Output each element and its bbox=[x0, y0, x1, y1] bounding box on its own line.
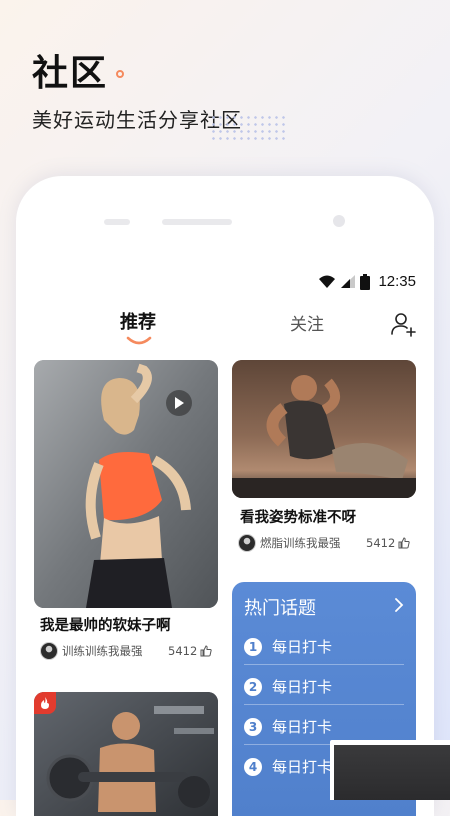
athlete-photo bbox=[232, 360, 416, 498]
topic-item[interactable]: 1 每日打卡 bbox=[244, 636, 404, 657]
speaker-slot bbox=[104, 219, 130, 225]
tab-bar: 推荐 关注 bbox=[16, 306, 434, 346]
athlete-photo bbox=[34, 692, 218, 816]
topic-label: 每日打卡 bbox=[272, 678, 333, 696]
topic-label: 每日打卡 bbox=[272, 758, 333, 776]
featured-badge bbox=[34, 692, 56, 714]
signal-icon bbox=[341, 275, 356, 288]
topic-rank-badge: 4 bbox=[244, 757, 262, 776]
tab-recommend[interactable]: 推荐 bbox=[120, 308, 156, 334]
divider bbox=[244, 664, 404, 665]
active-tab-indicator bbox=[126, 336, 152, 345]
flame-icon bbox=[41, 697, 49, 709]
post-title[interactable]: 我是最帅的软妹子啊 bbox=[40, 614, 171, 635]
play-button[interactable] bbox=[166, 390, 192, 416]
author-name: 训练训练我最强 bbox=[62, 644, 143, 658]
like-count[interactable]: 5412 bbox=[168, 644, 212, 658]
post-author[interactable]: 训练训练我最强 bbox=[40, 642, 143, 660]
title-dot-decoration bbox=[116, 70, 124, 78]
clock-time: 12:35 bbox=[378, 273, 416, 290]
like-number: 5412 bbox=[168, 644, 198, 658]
status-bar: 12:35 bbox=[318, 273, 416, 290]
tab-follow[interactable]: 关注 bbox=[290, 310, 324, 335]
topic-rank-badge: 1 bbox=[244, 637, 262, 656]
phone-mockup: 12:35 推荐 关注 我是最帅的软妹子啊 训练训练我最强 5412 看我姿势标… bbox=[16, 176, 434, 816]
topic-item[interactable]: 3 每日打卡 bbox=[244, 716, 404, 737]
topic-rank-badge: 3 bbox=[244, 717, 262, 736]
post-image[interactable] bbox=[34, 692, 218, 816]
thumbs-up-icon bbox=[200, 645, 212, 657]
topic-item[interactable]: 2 每日打卡 bbox=[244, 676, 404, 697]
divider bbox=[244, 704, 404, 705]
chevron-right-icon[interactable] bbox=[394, 598, 404, 612]
like-count[interactable]: 5412 bbox=[366, 536, 410, 550]
earpiece-slot bbox=[162, 219, 232, 225]
play-icon bbox=[175, 397, 184, 409]
thumbs-up-icon bbox=[398, 537, 410, 549]
topic-label: 每日打卡 bbox=[272, 718, 333, 736]
topic-label: 每日打卡 bbox=[272, 638, 333, 656]
add-user-icon[interactable] bbox=[390, 311, 416, 337]
hot-topics-title: 热门话题 bbox=[244, 598, 316, 619]
topic-rank-badge: 2 bbox=[244, 677, 262, 696]
page-title: 社区 bbox=[32, 53, 109, 94]
wifi-icon bbox=[319, 275, 336, 288]
author-name: 燃脂训练我最强 bbox=[260, 536, 341, 550]
post-title[interactable]: 看我姿势标准不呀 bbox=[240, 506, 356, 527]
battery-icon bbox=[360, 273, 371, 290]
avatar bbox=[238, 534, 256, 552]
post-author[interactable]: 燃脂训练我最强 bbox=[238, 534, 341, 552]
dot-pattern-decoration bbox=[210, 114, 286, 140]
front-camera bbox=[333, 215, 345, 227]
like-number: 5412 bbox=[366, 536, 396, 550]
post-image[interactable] bbox=[232, 360, 416, 498]
floating-preview[interactable] bbox=[334, 745, 450, 800]
avatar bbox=[40, 642, 58, 660]
